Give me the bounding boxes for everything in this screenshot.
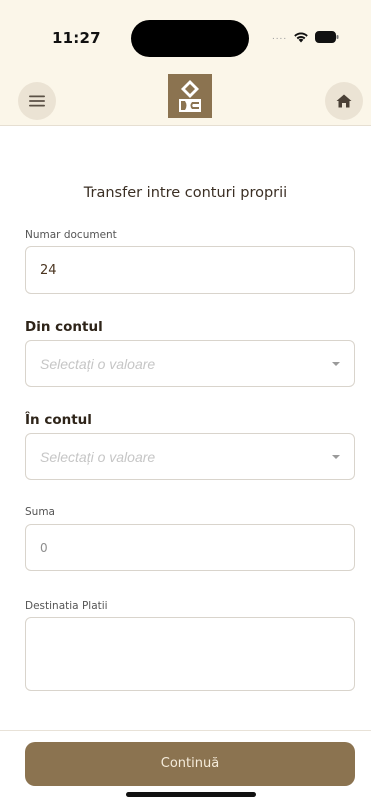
document-number-label: Numar document [25, 229, 117, 241]
to-account-select[interactable]: Selectați o valoare [25, 433, 355, 480]
from-account-placeholder: Selectați o valoare [40, 356, 156, 372]
home-indicator [126, 792, 256, 797]
chevron-down-icon [332, 362, 340, 366]
battery-icon [315, 31, 339, 43]
dynamic-island [131, 20, 249, 57]
amount-label: Suma [25, 506, 55, 518]
menu-button[interactable] [18, 82, 56, 120]
wifi-icon [294, 32, 308, 43]
amount-value: 0 [40, 541, 48, 555]
payment-purpose-textarea[interactable] [25, 617, 355, 691]
from-account-label: Din contul [25, 319, 103, 335]
signal-dots-icon: .... [272, 31, 288, 42]
document-number-value: 24 [40, 263, 57, 278]
to-account-placeholder: Selectați o valoare [40, 449, 156, 465]
home-button[interactable] [325, 82, 363, 120]
chevron-down-icon [332, 455, 340, 459]
continue-button[interactable]: Continuă [25, 742, 355, 786]
status-bar: 11:27 .... [0, 0, 371, 66]
home-icon [336, 94, 352, 108]
amount-field[interactable]: 0 [25, 524, 355, 571]
bank-logo [168, 74, 212, 118]
from-account-select[interactable]: Selectați o valoare [25, 340, 355, 387]
document-number-field[interactable]: 24 [25, 246, 355, 294]
app-header [0, 66, 371, 126]
menu-icon [29, 95, 45, 107]
status-time: 11:27 [52, 29, 101, 47]
form-title: Transfer intre conturi proprii [83, 185, 288, 201]
to-account-label: În contul [25, 412, 92, 428]
payment-purpose-label: Destinatia Platii [25, 600, 108, 612]
status-icons: .... [272, 30, 339, 44]
